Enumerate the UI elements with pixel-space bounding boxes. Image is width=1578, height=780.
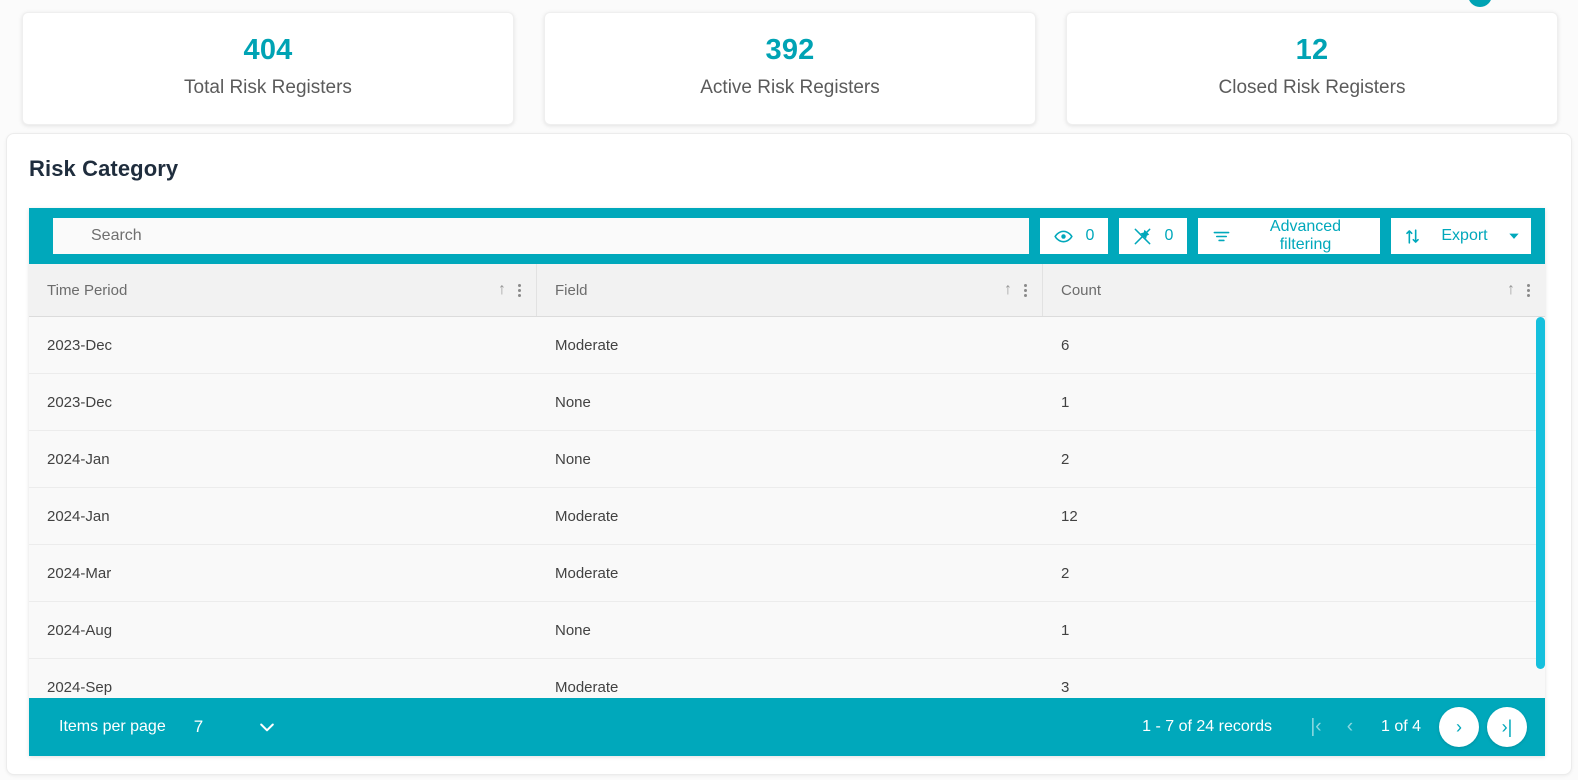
previous-page-button[interactable]: ‹ bbox=[1333, 716, 1367, 738]
grid-toolbar: 0 0 bbox=[29, 208, 1545, 264]
next-page-button[interactable]: › bbox=[1439, 707, 1479, 747]
column-header-field[interactable]: Field ↑ bbox=[537, 264, 1043, 316]
sort-asc-icon[interactable]: ↑ bbox=[1004, 282, 1012, 298]
column-menu-icon[interactable] bbox=[1021, 283, 1030, 297]
stat-card-closed-risk-registers: 12 Closed Risk Registers bbox=[1066, 12, 1558, 125]
sort-asc-icon[interactable]: ↑ bbox=[1507, 282, 1515, 298]
stat-label: Total Risk Registers bbox=[184, 77, 352, 99]
pin-off-icon bbox=[1133, 227, 1152, 246]
column-header-icons: ↑ bbox=[1507, 282, 1533, 298]
table-row[interactable]: 2024-Aug None 1 bbox=[29, 602, 1545, 659]
cell-field: None bbox=[555, 393, 591, 411]
column-header-icons: ↑ bbox=[1004, 282, 1030, 298]
cell-field: Moderate bbox=[555, 507, 619, 525]
column-menu-icon[interactable] bbox=[1524, 283, 1533, 297]
stat-value: 404 bbox=[243, 33, 293, 66]
column-header-label: Field bbox=[555, 281, 588, 299]
cell-field: Moderate bbox=[555, 678, 619, 696]
advanced-filtering-button[interactable]: Advanced filtering bbox=[1198, 218, 1380, 254]
pinned-columns-button[interactable]: 0 bbox=[1119, 218, 1187, 254]
page-title: Risk Category bbox=[29, 156, 179, 181]
visible-columns-button[interactable]: 0 bbox=[1040, 218, 1108, 254]
eye-icon bbox=[1053, 227, 1073, 246]
table-row[interactable]: 2024-Sep Moderate 3 bbox=[29, 659, 1545, 698]
stat-card-total-risk-registers: 404 Total Risk Registers bbox=[22, 12, 514, 125]
table-body: 2023-Dec Moderate 6 2023-Dec None 1 2024… bbox=[29, 317, 1545, 698]
export-button[interactable]: Export bbox=[1391, 218, 1531, 254]
cell-field: None bbox=[555, 450, 591, 468]
risk-category-panel: Risk Category 0 bbox=[6, 133, 1572, 775]
cell-field: None bbox=[555, 621, 591, 639]
table-row[interactable]: 2023-Dec Moderate 6 bbox=[29, 317, 1545, 374]
table-row[interactable]: 2024-Mar Moderate 2 bbox=[29, 545, 1545, 602]
chevron-down-icon bbox=[1507, 229, 1521, 243]
column-header-count[interactable]: Count ↑ bbox=[1043, 264, 1545, 316]
table-row[interactable]: 2024-Jan Moderate 12 bbox=[29, 488, 1545, 545]
pagination-bar: Items per page 7 1 - 7 of 24 records |‹ … bbox=[29, 698, 1545, 756]
stat-label: Active Risk Registers bbox=[700, 77, 880, 99]
data-grid: 0 0 bbox=[29, 208, 1545, 756]
sort-asc-icon[interactable]: ↑ bbox=[498, 282, 506, 298]
stat-value: 12 bbox=[1295, 33, 1329, 66]
filter-icon bbox=[1212, 227, 1231, 246]
last-page-button[interactable]: ›| bbox=[1487, 707, 1527, 747]
export-label: Export bbox=[1441, 227, 1488, 244]
vertical-scrollbar[interactable] bbox=[1536, 317, 1545, 669]
table-row[interactable]: 2023-Dec None 1 bbox=[29, 374, 1545, 431]
items-per-page-value[interactable]: 7 bbox=[194, 717, 203, 737]
items-per-page-dropdown-icon[interactable] bbox=[257, 717, 277, 737]
cell-time-period: 2024-Sep bbox=[47, 678, 113, 696]
cell-count: 3 bbox=[1061, 678, 1070, 696]
pagination-controls: 1 - 7 of 24 records |‹ ‹ 1 of 4 › ›| bbox=[1142, 707, 1527, 747]
cell-time-period: 2024-Mar bbox=[47, 564, 112, 582]
cell-time-period: 2024-Jan bbox=[47, 507, 110, 525]
stat-value: 392 bbox=[765, 33, 815, 66]
cell-field: Moderate bbox=[555, 564, 619, 582]
column-header-label: Time Period bbox=[47, 281, 128, 299]
cell-time-period: 2024-Jan bbox=[47, 450, 110, 468]
first-page-button[interactable]: |‹ bbox=[1299, 716, 1333, 738]
cell-count: 1 bbox=[1061, 393, 1070, 411]
records-range-label: 1 - 7 of 24 records bbox=[1142, 718, 1272, 735]
cell-time-period: 2024-Aug bbox=[47, 621, 113, 639]
cell-count: 1 bbox=[1061, 621, 1070, 639]
column-header-icons: ↑ bbox=[498, 282, 524, 298]
column-menu-icon[interactable] bbox=[515, 283, 524, 297]
cell-count: 6 bbox=[1061, 336, 1070, 354]
advanced-filtering-label: Advanced filtering bbox=[1269, 218, 1342, 253]
stat-label: Closed Risk Registers bbox=[1218, 77, 1406, 99]
visible-columns-count: 0 bbox=[1085, 227, 1095, 244]
stats-row: 404 Total Risk Registers 392 Active Risk… bbox=[0, 0, 1578, 125]
cell-count: 2 bbox=[1061, 564, 1070, 582]
cell-count: 2 bbox=[1061, 450, 1070, 468]
column-header-time-period[interactable]: Time Period ↑ bbox=[29, 264, 537, 316]
table-header-row: Time Period ↑ Field ↑ Count ↑ bbox=[29, 264, 1545, 317]
cell-field: Moderate bbox=[555, 336, 619, 354]
cell-time-period: 2023-Dec bbox=[47, 336, 113, 354]
items-per-page-label: Items per page bbox=[59, 718, 166, 735]
page-indicator: 1 of 4 bbox=[1380, 718, 1421, 735]
pinned-columns-count: 0 bbox=[1164, 227, 1174, 244]
cell-count: 12 bbox=[1061, 507, 1078, 525]
table-row[interactable]: 2024-Jan None 2 bbox=[29, 431, 1545, 488]
stat-card-active-risk-registers: 392 Active Risk Registers bbox=[544, 12, 1036, 125]
sort-updown-icon bbox=[1403, 227, 1422, 246]
cell-time-period: 2023-Dec bbox=[47, 393, 113, 411]
search-input[interactable] bbox=[53, 218, 1029, 254]
column-header-label: Count bbox=[1061, 281, 1102, 299]
